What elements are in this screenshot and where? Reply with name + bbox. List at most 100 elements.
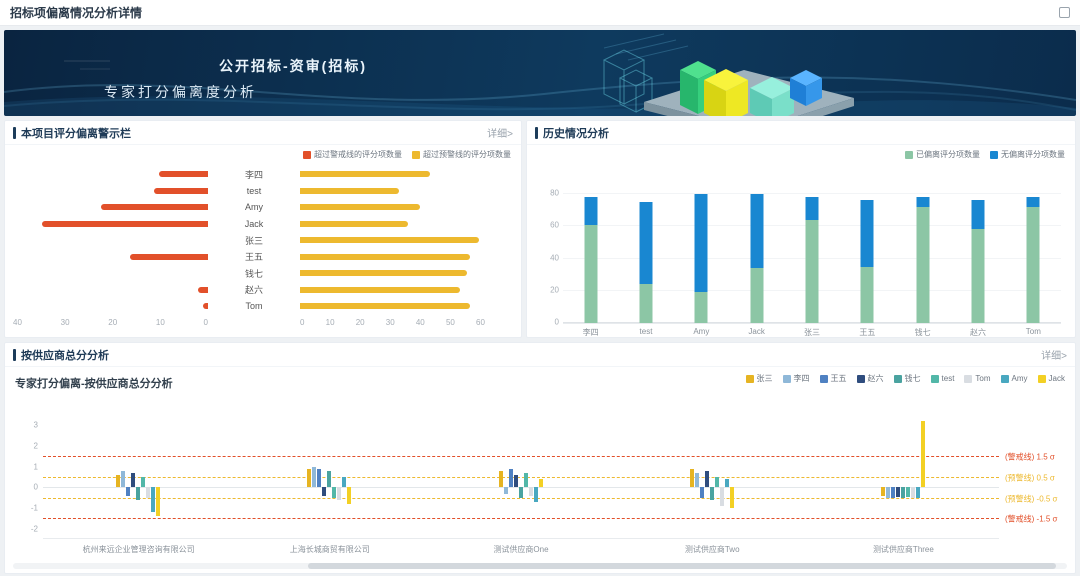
tornado-chart: 李四testAmyJack张三王五钱七赵六Tom 403020100 01020… xyxy=(5,160,521,327)
mark-line-label: (预警线) -0.5 σ xyxy=(1005,493,1058,504)
axis-tick: 50 xyxy=(446,318,455,327)
axis-tick: 20 xyxy=(108,318,117,327)
scrollbar-thumb[interactable] xyxy=(308,563,1056,569)
axis-tick: 钱七 xyxy=(915,327,931,338)
axis-tick: test xyxy=(640,327,653,336)
axis-tick: 测试供应商Two xyxy=(685,544,740,555)
axis-tick: 20 xyxy=(356,318,365,327)
deviation-bar xyxy=(156,487,160,516)
segment-deviated xyxy=(695,292,708,323)
panel-supplier-title: 按供应商总分分析 xyxy=(21,347,109,363)
deviation-bar xyxy=(151,487,155,512)
legend-label: 张三 xyxy=(757,373,773,384)
stacked-bar xyxy=(584,194,597,323)
category-label: Amy xyxy=(208,202,300,212)
bar-right xyxy=(300,287,460,293)
axis-tick: 60 xyxy=(476,318,485,327)
axis-tick: 0 xyxy=(300,318,304,327)
stacked-chart: 020406080李四testAmyJack张三王五钱七赵六Tom xyxy=(527,160,1075,350)
deviation-bar xyxy=(136,487,140,499)
stacked-bar xyxy=(640,194,653,323)
deviation-bar xyxy=(529,487,533,495)
banner-subtitle: 专家打分偏离度分析 xyxy=(104,82,257,102)
legend-item[interactable]: Amy xyxy=(1001,373,1028,384)
tornado-axis: 403020100 0102030405060 xyxy=(13,318,513,327)
stacked-bar xyxy=(916,194,929,323)
axis-tick: 李四 xyxy=(583,327,599,338)
axis-tick: 60 xyxy=(550,221,559,230)
axis-tick: 0 xyxy=(34,483,38,492)
category-label: 王五 xyxy=(208,250,300,263)
segment-deviated xyxy=(972,229,985,323)
header-accent xyxy=(13,349,16,361)
legend-swatch xyxy=(857,375,865,383)
deviation-bar xyxy=(514,475,518,487)
panel-supplier-header: 按供应商总分分析 详细> xyxy=(5,343,1075,367)
stacked-bar xyxy=(695,194,708,323)
deviation-bar xyxy=(504,487,508,493)
warning-detail-link[interactable]: 详细> xyxy=(487,125,513,140)
mark-line: (预警线) 0.5 σ xyxy=(43,477,999,478)
legend-label: 李四 xyxy=(794,373,810,384)
legend-item[interactable]: 超过预警线的评分项数量 xyxy=(412,149,511,160)
panel-warning: 本项目评分偏离警示栏 详细> 超过警戒线的评分项数量超过预警线的评分项数量 李四… xyxy=(4,120,522,338)
deviation-bar xyxy=(337,487,341,499)
axis-tick: -2 xyxy=(31,524,38,533)
bar-left xyxy=(130,254,208,260)
legend-item[interactable]: 钱七 xyxy=(894,373,921,384)
category-label: 赵六 xyxy=(208,283,300,296)
legend-label: 已偏离评分项数量 xyxy=(916,149,980,160)
legend-item[interactable]: Jack xyxy=(1038,373,1065,384)
panel-warning-title: 本项目评分偏离警示栏 xyxy=(21,125,131,141)
deviation-bar xyxy=(730,487,734,508)
legend-item[interactable]: 无偏离评分项数量 xyxy=(990,149,1065,160)
mark-line: (预警线) -0.5 σ xyxy=(43,498,999,499)
banner-title: 公开招标-资审(招标) xyxy=(219,56,367,76)
deviation-bar xyxy=(347,487,351,504)
bar-right xyxy=(300,270,467,276)
legend-item[interactable]: 赵六 xyxy=(857,373,884,384)
tornado-row: Amy xyxy=(13,199,513,216)
axis-tick: 1 xyxy=(34,462,38,471)
axis-tick: 赵六 xyxy=(970,327,986,338)
tornado-row: Tom xyxy=(13,298,513,315)
supplier-detail-link[interactable]: 详细> xyxy=(1041,347,1067,362)
horizontal-scrollbar xyxy=(13,563,1067,569)
deviation-bar xyxy=(524,473,528,487)
legend-item[interactable]: 超过警戒线的评分项数量 xyxy=(303,149,402,160)
legend-item[interactable]: test xyxy=(931,373,955,384)
grouped-chart-title: 专家打分偏离-按供应商总分分析 xyxy=(15,375,173,391)
deviation-bar xyxy=(710,487,714,499)
mark-line-label: (警戒线) 1.5 σ xyxy=(1005,452,1055,463)
deviation-bar xyxy=(332,487,336,497)
bar-right xyxy=(300,204,420,210)
segment-normal xyxy=(750,194,763,268)
deviation-bar xyxy=(911,487,915,497)
legend-item[interactable]: 王五 xyxy=(820,373,847,384)
legend-swatch xyxy=(746,375,754,383)
legend-item[interactable]: 已偏离评分项数量 xyxy=(905,149,980,160)
legend-item[interactable]: Tom xyxy=(964,373,990,384)
axis-tick: 杭州来远企业管理咨询有限公司 xyxy=(83,544,195,555)
deviation-bar xyxy=(695,473,699,487)
axis-tick: 10 xyxy=(156,318,165,327)
segment-deviated xyxy=(861,267,874,323)
deviation-bar xyxy=(690,469,694,488)
legend-item[interactable]: 张三 xyxy=(746,373,773,384)
legend-item[interactable]: 李四 xyxy=(783,373,810,384)
legend-swatch xyxy=(303,151,311,159)
category-label: Tom xyxy=(208,301,300,311)
category-label: 钱七 xyxy=(208,267,300,280)
axis-tick: 20 xyxy=(550,285,559,294)
segment-deviated xyxy=(916,207,929,323)
panel-history-title: 历史情况分析 xyxy=(543,125,609,141)
axis-tick: -1 xyxy=(31,504,38,513)
segment-normal xyxy=(972,200,985,229)
legend-swatch xyxy=(1001,375,1009,383)
legend-swatch xyxy=(931,375,939,383)
legend-swatch xyxy=(894,375,902,383)
legend-label: 赵六 xyxy=(868,373,884,384)
legend-label: Amy xyxy=(1012,374,1028,383)
fullscreen-icon[interactable] xyxy=(1059,7,1070,18)
segment-deviated xyxy=(640,284,653,323)
